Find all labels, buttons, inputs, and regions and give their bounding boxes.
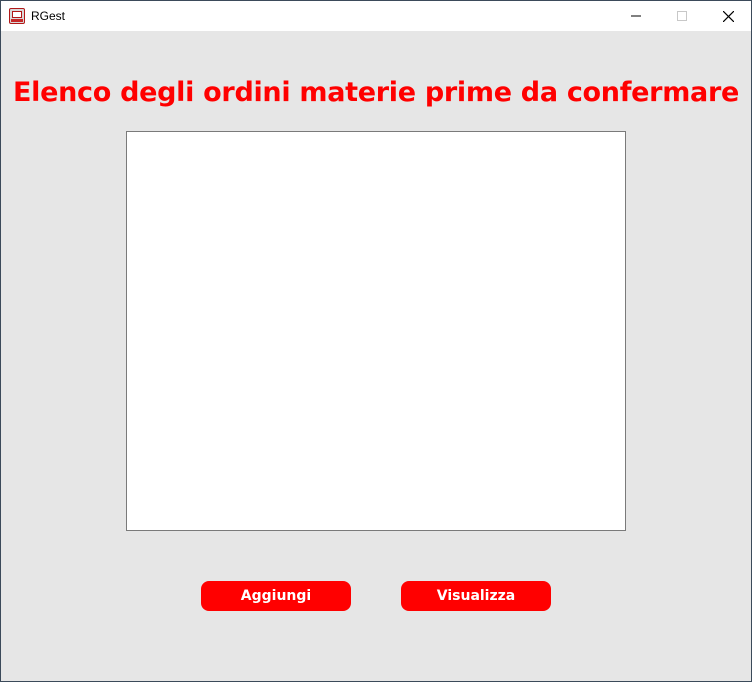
orders-list[interactable] [126,131,626,531]
page-title: Elenco degli ordini materie prime da con… [13,77,739,108]
view-button[interactable]: Visualizza [401,581,551,611]
window-title: RGest [31,9,66,23]
app-icon-base [11,19,23,22]
maximize-icon [677,11,687,21]
minimize-icon [631,15,641,17]
app-icon [9,8,25,24]
close-button[interactable] [705,1,751,31]
minimize-button[interactable] [613,1,659,31]
add-button[interactable]: Aggiungi [201,581,351,611]
app-icon-screen [12,11,22,18]
app-window: RGest Elenco degli ordini materie prime … [0,0,752,682]
maximize-button[interactable] [659,1,705,31]
title-bar[interactable]: RGest [1,1,751,31]
close-icon [722,10,734,22]
